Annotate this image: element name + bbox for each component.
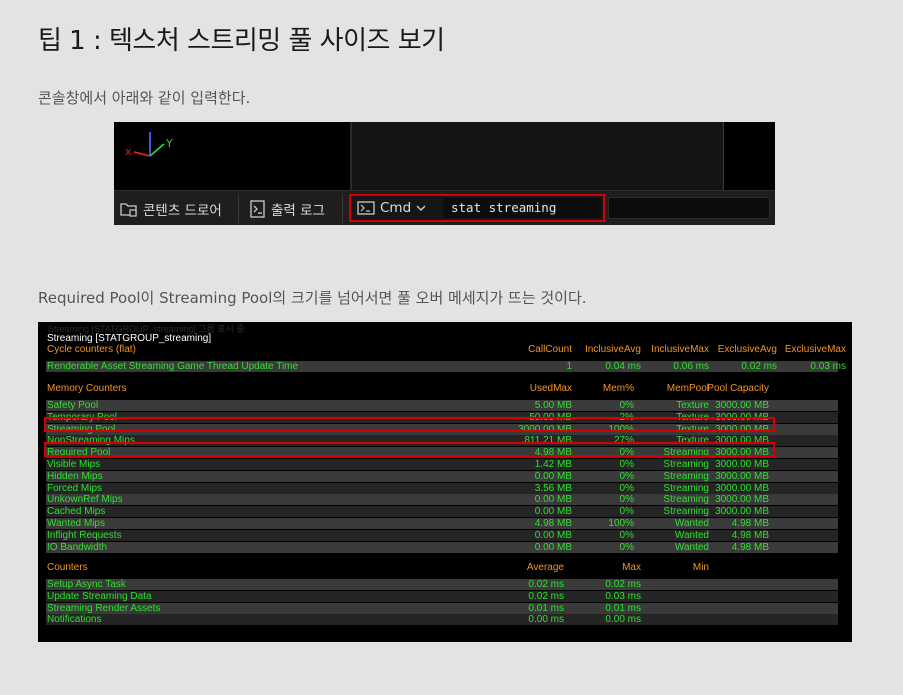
memory-counter-row: Hidden Mips 0.00 MB 0% Streaming 3000.00 MB <box>46 470 838 482</box>
axis-y-label: Y <box>165 137 173 150</box>
memory-counter-cell: 3000.00 MB <box>715 506 769 518</box>
toolbar-divider <box>238 195 239 223</box>
memory-counter-row: Inflight Requests 0.00 MB 0% Wanted 4.98 MB <box>46 529 838 541</box>
console-screenshot: x Y 콘텐츠 드로어 출력 로그 Cmd stat streaming <box>114 122 775 225</box>
memory-counter-cell: 3000.00 MB <box>715 400 769 411</box>
required-pool-highlight <box>44 442 775 457</box>
explanation-paragraph: Required Pool이 Streaming Pool의 크기를 넘어서면 … <box>38 289 587 307</box>
output-log-button[interactable]: 출력 로그 <box>250 197 325 221</box>
stat-streaming-screenshot: Streaming [STATGROUP_streaming] 그룹 표시 중 … <box>38 322 852 642</box>
memory-counter-row: Safety Pool 5.00 MB 0% Texture 3000.00 MB <box>46 400 838 411</box>
output-log-icon <box>250 200 265 218</box>
terminal-icon <box>357 201 375 215</box>
viewport-right <box>724 122 775 190</box>
memory-counter-cell: Wanted Mips <box>47 518 105 529</box>
cmd-label: Cmd <box>380 200 412 216</box>
stat-group-title: Streaming [STATGROUP_streaming] <box>47 333 212 344</box>
memory-counter-row: IO Bandwidth 0.00 MB 0% Wanted 4.98 MB <box>46 541 838 553</box>
toolbar-divider <box>342 195 343 223</box>
counter-cell: 0.02 ms <box>605 579 641 590</box>
counter-cell: Setup Async Task <box>47 579 126 590</box>
folder-icon <box>120 203 137 217</box>
counter-cell: 0.03 ms <box>605 590 641 602</box>
column-header: Pool Capacity <box>707 383 769 394</box>
content-drawer-button[interactable]: 콘텐츠 드로어 <box>120 197 222 221</box>
cycle-counters-header: Cycle counters (flat) CallCount InclusiveA… <box>46 344 846 355</box>
memory-counter-cell: Hidden Mips <box>47 470 103 482</box>
counter-row: Notifications 0.00 ms 0.00 ms <box>46 614 838 626</box>
content-drawer-label: 콘텐츠 드로어 <box>143 203 222 219</box>
counter-cell: Notifications <box>47 614 102 626</box>
memory-counters-header: Memory Counters UsedMax Mem% MemPool Pool Ca… <box>46 383 838 394</box>
memory-counter-cell: Safety Pool <box>47 400 99 411</box>
counter-row: Setup Async Task 0.02 ms 0.02 ms <box>46 579 838 590</box>
memory-counter-cell: 3000.00 MB <box>715 494 769 506</box>
memory-counter-cell: Inflight Requests <box>47 529 122 541</box>
column-header: Min <box>692 562 709 573</box>
memory-counter-row: Wanted Mips 4.98 MB 100% Wanted 4.98 MB <box>46 518 838 529</box>
counter-row: Update Streaming Data 0.02 ms 0.03 ms <box>46 590 838 602</box>
bottom-toolbar: 콘텐츠 드로어 출력 로그 Cmd <box>114 190 775 225</box>
memory-counter-cell: Forced Mips <box>47 482 103 494</box>
counter-cell: Update Streaming Data <box>47 590 152 602</box>
memory-counter-cell: 3000.00 MB <box>715 459 769 470</box>
memory-counter-cell: UnkownRef Mips <box>47 494 123 506</box>
memory-counter-cell: Cached Mips <box>47 506 106 518</box>
command-highlight-box: Cmd <box>349 194 605 222</box>
axis-x-label: x <box>125 145 132 158</box>
memory-counter-row: UnkownRef Mips 0.00 MB 0% Streaming 3000.00 … <box>46 494 838 506</box>
intro-paragraph: 콘솔창에서 아래와 같이 입력한다. <box>38 89 251 107</box>
memory-counter-row: Cached Mips 0.00 MB 0% Streaming 3000.00 MB <box>46 506 838 518</box>
streaming-pool-highlight <box>44 417 775 432</box>
memory-counter-cell: IO Bandwidth <box>47 541 108 553</box>
page-title: 팁 1 : 텍스처 스트리밍 풀 사이즈 보기 <box>38 26 445 56</box>
cmd-dropdown[interactable]: Cmd <box>357 200 426 216</box>
counter-cell: Streaming Render Assets <box>47 602 161 614</box>
cycle-counter-row: Renderable Asset Streaming Game Thread U… <box>46 361 846 372</box>
memory-counter-cell: Visible Mips <box>47 459 101 470</box>
counters-header: Counters Average Max Min <box>46 562 838 573</box>
column-header: Cycle counters (flat) <box>47 344 136 355</box>
counter-cell: 0.00 ms <box>605 614 641 626</box>
column-header: Memory Counters <box>47 383 127 394</box>
column-header: Counters <box>47 562 88 573</box>
cycle-counter-cell: 0.03 ms <box>810 361 846 372</box>
cycle-counter-cell: Renderable Asset Streaming Game Thread U… <box>47 361 299 372</box>
memory-counter-row: Visible Mips 1.42 MB 0% Streaming 3000.00 MB <box>46 459 838 470</box>
console-command-input[interactable] <box>443 198 601 218</box>
chevron-down-icon <box>416 205 426 211</box>
output-log-label: 출력 로그 <box>271 203 325 219</box>
memory-counter-cell: 4.98 MB <box>731 518 769 529</box>
counter-row: Streaming Render Assets 0.01 ms 0.01 ms <box>46 602 838 614</box>
memory-counter-cell: 3000.00 MB <box>715 482 769 494</box>
viewport-left: x Y <box>114 122 350 190</box>
memory-counter-cell: 4.98 MB <box>731 541 769 553</box>
counter-cell: 0.01 ms <box>605 602 641 614</box>
column-header: ExclusiveMax <box>784 344 846 355</box>
viewport-center <box>352 122 724 197</box>
memory-counter-row: Forced Mips 3.56 MB 0% Streaming 3000.00 MB <box>46 482 838 494</box>
axis-gizmo-icon: x Y <box>125 132 173 158</box>
memory-counter-cell: 3000.00 MB <box>715 470 769 482</box>
console-input-extension[interactable] <box>608 197 770 219</box>
memory-counter-cell: 4.98 MB <box>731 529 769 541</box>
